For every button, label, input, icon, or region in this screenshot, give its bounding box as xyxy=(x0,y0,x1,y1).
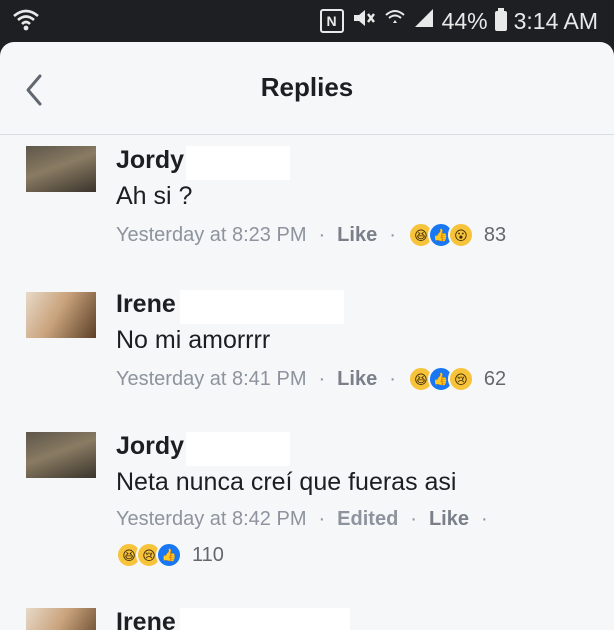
signal-icon xyxy=(413,7,435,35)
reply-item: Jordy Ah si ? Yesterday at 8:23 PM · Lik… xyxy=(0,146,614,266)
redaction xyxy=(186,432,290,466)
reply-text: Neta nunca creí que fueras asi xyxy=(116,468,457,496)
separator-dot: · xyxy=(389,367,396,390)
reply-item: Irene No mi amorrrr Yesterday at 8:41 PM… xyxy=(0,290,614,410)
reply-meta: Yesterday at 8:41 PM · Like · 😆 👍 😢 62 xyxy=(116,366,506,392)
sad-icon: 😢 xyxy=(447,366,474,392)
clock: 3:14 AM xyxy=(513,7,598,34)
wow-icon: 😮 xyxy=(447,222,474,248)
separator-dot: · xyxy=(318,367,326,390)
reply-author[interactable]: Jordy xyxy=(116,432,184,461)
like-icon: 👍 xyxy=(156,542,182,568)
like-button[interactable]: Like xyxy=(429,508,469,531)
wifi-icon xyxy=(12,7,40,38)
avatar[interactable] xyxy=(26,292,96,338)
reply-time[interactable]: Yesterday at 8:23 PM xyxy=(116,224,307,247)
wifi-calling-icon xyxy=(384,7,406,35)
reply-reactions-row: 😆 😢 👍 110 xyxy=(116,542,224,568)
reaction-count[interactable]: 62 xyxy=(484,368,506,391)
reply-meta: Yesterday at 8:42 PM · Edited · Like · xyxy=(116,508,500,531)
mute-icon xyxy=(351,7,377,35)
like-button[interactable]: Like xyxy=(337,224,377,247)
reply-time[interactable]: Yesterday at 8:41 PM xyxy=(116,368,307,391)
page-title: Replies xyxy=(260,72,354,102)
redaction xyxy=(186,146,290,180)
reply-author[interactable]: Irene xyxy=(116,608,176,630)
replies-header: Replies xyxy=(0,42,614,135)
reactions[interactable]: 😆 👍 😮 xyxy=(407,222,474,248)
avatar[interactable] xyxy=(26,432,96,478)
separator-dot: · xyxy=(389,223,396,246)
reaction-count[interactable]: 110 xyxy=(192,544,224,567)
avatar[interactable] xyxy=(26,608,96,630)
reply-author[interactable]: Irene xyxy=(116,290,176,319)
reactions[interactable]: 😆 😢 👍 xyxy=(116,542,182,568)
reply-text: Ah si ? xyxy=(116,182,193,210)
redaction xyxy=(180,608,350,630)
separator-dot: · xyxy=(481,508,488,530)
separator-dot: · xyxy=(410,508,417,530)
like-button[interactable]: Like xyxy=(337,368,377,391)
nfc-icon: N xyxy=(319,9,344,33)
reply-text: No mi amorrrr xyxy=(116,326,271,354)
reply-author[interactable]: Jordy xyxy=(116,146,184,175)
separator-dot: · xyxy=(318,223,326,246)
battery-percent: 44% xyxy=(441,7,488,34)
reactions[interactable]: 😆 👍 😢 xyxy=(407,366,474,392)
battery-icon xyxy=(494,8,507,31)
reply-item: Irene xyxy=(0,608,614,630)
reply-time[interactable]: Yesterday at 8:42 PM xyxy=(116,508,307,531)
avatar[interactable] xyxy=(26,146,96,192)
replies-sheet: Replies Jordy Ah si ? Yesterday at 8:23 … xyxy=(0,42,614,630)
edited-label[interactable]: Edited xyxy=(337,508,398,531)
reply-item: Jordy Neta nunca creí que fueras asi Yes… xyxy=(0,432,614,582)
reaction-count[interactable]: 83 xyxy=(484,224,506,247)
redaction xyxy=(180,290,344,324)
separator-dot: · xyxy=(318,508,326,530)
reply-meta: Yesterday at 8:23 PM · Like · 😆 👍 😮 83 xyxy=(116,222,506,248)
status-bar: N 44% 3:14 AM xyxy=(0,0,614,42)
